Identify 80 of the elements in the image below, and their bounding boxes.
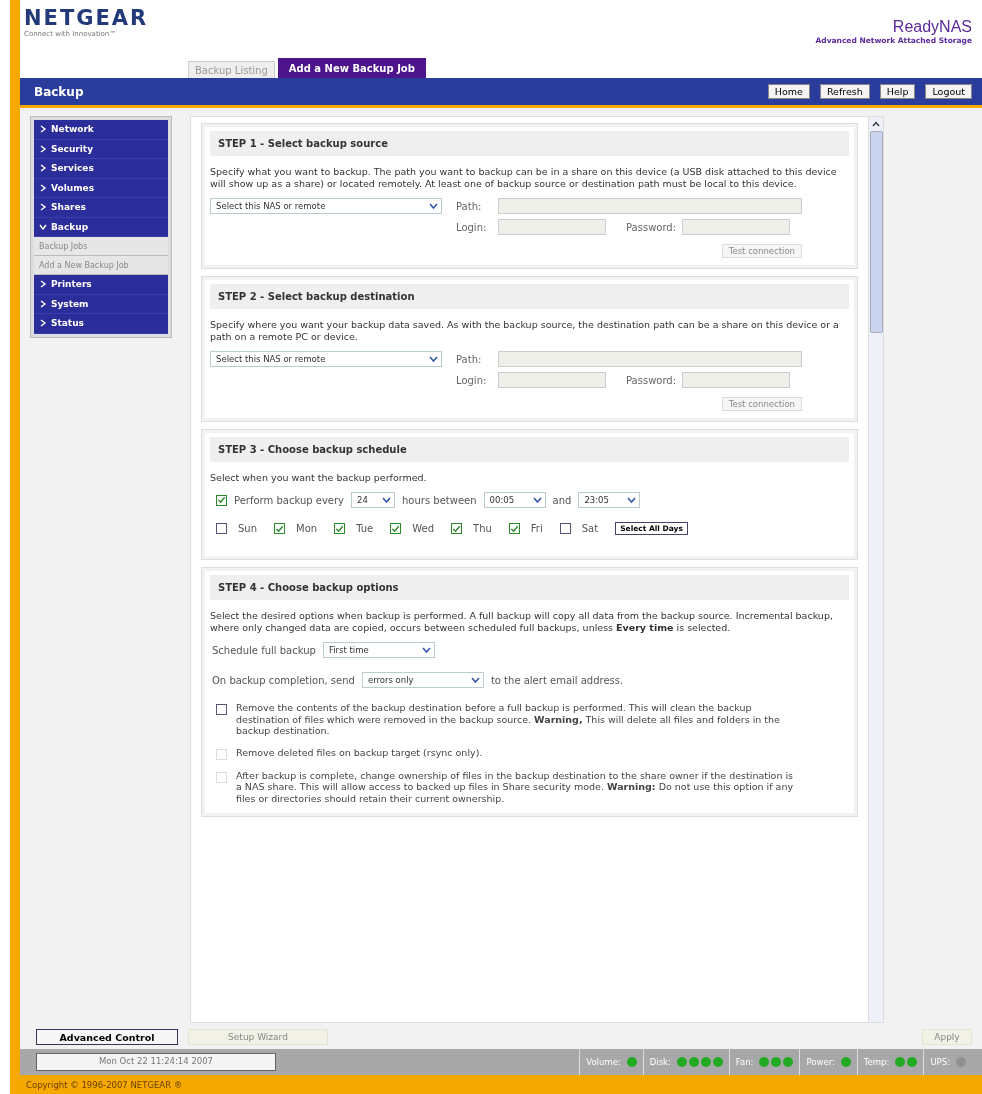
sidebar-item[interactable]: Printers [34, 275, 168, 295]
sidebar-item[interactable]: Shares [34, 198, 168, 218]
step-description: Specify what you want to backup. The path you want to backup can be in a share on this device (a USB disk attached to this device will show up as a share) or located remotely. At least one of backup source or destination path must be local to this device. [210, 166, 838, 190]
indicator-label: Volume: [586, 1057, 621, 1067]
field-label: Password: [626, 221, 677, 233]
indicator-label: Temp: [863, 1057, 890, 1067]
day-label: Sun [238, 523, 258, 534]
end-time-select[interactable]: 23:05 [578, 492, 641, 508]
checkbox[interactable] [216, 704, 227, 715]
checkbox[interactable] [390, 523, 402, 534]
field-label: Login: [456, 374, 488, 386]
checkbox[interactable] [334, 523, 346, 534]
checkbox[interactable] [216, 523, 227, 534]
indicator-label: UPS: [930, 1057, 950, 1067]
sidebar-item[interactable]: Volumes [34, 178, 168, 198]
page-title: Backup [34, 84, 84, 99]
nav-button[interactable]: Home [767, 84, 810, 99]
day-label: Thu [473, 523, 492, 534]
option-text: After backup is complete, change ownership of files in the backup destination to the share owner if the destination is a NAS share. This will allow access to backed up files in Share security mode. Warning: Do not use this option if any files or directories should retain their current ownership. [236, 769, 795, 804]
field-label: to the alert email address. [490, 674, 624, 686]
checkbox[interactable] [451, 523, 463, 534]
option-text: Remove deleted files on backup target (rsync only). [236, 746, 484, 758]
nav-button[interactable]: Refresh [819, 84, 870, 99]
option-text: Remove the contents of the backup destination before a full backup is performed. This will clean the backup destination of files which were removed in the backup source. Warning, This will delete all files and folders in the backup destination. [236, 702, 781, 737]
sidebar-item[interactable]: Services [34, 159, 168, 179]
nav-button[interactable]: Help [879, 84, 916, 99]
date-time-field: Mon Oct 22 11:24:14 2007 [36, 1053, 276, 1071]
scroll-thumb[interactable] [869, 131, 883, 333]
step-description: Select the desired options when backup is performed. A full backup will copy all data from the backup source. Incremental backup, where only changed data are copied, occurs between scheduled full backups, unless Every time is selected. [210, 610, 834, 634]
step-description: Select when you want the backup performed. [210, 472, 428, 484]
advanced-control-button[interactable]: Advanced Control [36, 1029, 178, 1045]
day-label: Mon [296, 523, 318, 534]
step-title: STEP 1 - Select backup source [210, 131, 849, 156]
and-label: and [552, 494, 572, 506]
login-field[interactable] [498, 219, 606, 235]
field-label: On backup completion, send [212, 674, 355, 686]
field-label: Password: [626, 374, 677, 386]
indicator-label: Fan: [735, 1057, 754, 1067]
day-label: Wed [412, 523, 435, 534]
checkbox[interactable] [216, 494, 227, 506]
sidebar-item[interactable]: Network [34, 120, 168, 140]
step-title: STEP 4 - Choose backup options [210, 575, 849, 600]
copyright-text: Copyright © 1996-2007 NETGEAR ® [26, 1079, 183, 1090]
netgear-logo: NETGEAR [24, 6, 149, 30]
day-label: Tue [356, 523, 374, 534]
field-label: Login: [456, 221, 488, 233]
sidebar-item[interactable]: Backup [34, 217, 168, 237]
nav-button[interactable]: Logout [925, 84, 972, 99]
source-select[interactable]: Select this NAS or remote [210, 351, 442, 367]
password-field[interactable] [682, 219, 791, 235]
source-select[interactable]: Select this NAS or remote [210, 198, 442, 214]
step-title: STEP 2 - Select backup destination [210, 284, 849, 309]
full-backup-select[interactable]: First time [322, 642, 435, 658]
start-time-select[interactable]: 00:05 [483, 492, 546, 508]
indicator-label: Disk: [649, 1057, 671, 1067]
sidebar-item[interactable]: System [34, 294, 168, 314]
password-field[interactable] [682, 372, 791, 388]
field-label: Path: [456, 200, 483, 212]
checkbox[interactable] [559, 523, 571, 534]
day-label: Sat [581, 523, 599, 534]
field-label: Path: [456, 353, 483, 365]
day-label: Fri [530, 523, 543, 534]
login-field[interactable] [498, 372, 606, 388]
hours-select[interactable]: 24 [351, 492, 395, 508]
path-field[interactable] [498, 198, 802, 214]
checkbox[interactable] [508, 523, 520, 534]
checkbox-label: Perform backup every [234, 494, 344, 506]
hours-label: hours between [402, 494, 477, 506]
product-name: ReadyNAS [892, 18, 972, 36]
step-description: Specify where you want your backup data saved. As with the backup source, the destination path can be a share on this device or a path on a remote PC or device. [210, 319, 840, 343]
tab[interactable]: Add a New Backup Job [277, 58, 426, 78]
step-title: STEP 3 - Choose backup schedule [210, 437, 849, 462]
indicator-label: Power: [806, 1057, 835, 1067]
path-field[interactable] [498, 351, 802, 367]
checkbox[interactable] [274, 523, 286, 534]
sidebar-item[interactable]: Status [34, 314, 168, 334]
sidebar-item[interactable]: Security [34, 139, 168, 159]
alert-select[interactable]: errors only [361, 672, 484, 688]
scrollbar[interactable] [868, 117, 883, 1022]
field-label: Schedule full backup [212, 644, 316, 656]
